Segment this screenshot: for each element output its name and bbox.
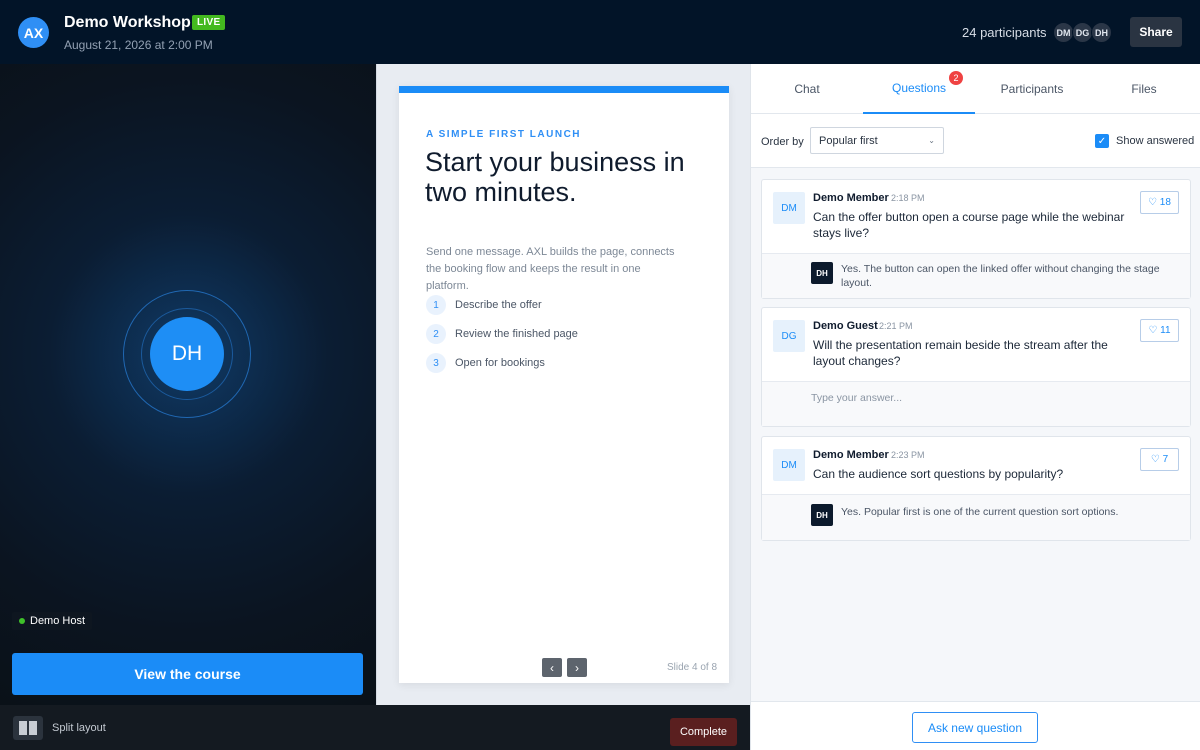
upvote-button[interactable]: ♡ 11 (1140, 319, 1179, 342)
slide-counter: Slide 4 of 8 (667, 662, 718, 673)
host-name: Demo Host (30, 615, 86, 627)
participant-avatars: DM DG DH (1053, 22, 1112, 43)
side-panel: Chat Questions 2 Participants Files Orde… (750, 64, 1200, 750)
share-button[interactable]: Share (1130, 17, 1182, 47)
split-layout-label: Split layout (52, 722, 106, 734)
slide-lead: Send one message. AXL builds the page, c… (426, 246, 675, 292)
answer-row: DH Yes. Popular first is one of the curr… (762, 495, 1190, 540)
webinar-date: August 21, 2026 at 2:00 PM (64, 38, 213, 52)
avatar: DM (1053, 22, 1074, 43)
answer-input[interactable] (811, 392, 1171, 404)
step-number: 3 (426, 353, 446, 373)
video-stage: DH Demo Host View the course (0, 64, 376, 705)
answer-row: DH Yes. The button can open the linked o… (762, 254, 1190, 298)
show-answered-label: Show answered (1116, 135, 1195, 147)
view-course-button[interactable]: View the course (12, 653, 363, 695)
step-number: 2 (426, 324, 446, 344)
slide-headline: Start your business in two minutes. (425, 147, 685, 207)
question-card: DG Demo Guest 2:21 PM Will the presentat… (761, 307, 1191, 427)
question-text: Can the audience sort questions by popul… (813, 467, 1064, 481)
split-layout-icon[interactable] (13, 716, 43, 740)
bottom-toolbar: Split layout Complete (0, 705, 750, 750)
slide-kicker: A SIMPLE FIRST LAUNCH (426, 129, 582, 140)
questions-count-badge: 2 (949, 71, 963, 85)
webinar-title: Demo Workshop (64, 14, 191, 31)
question-header: DG Demo Guest 2:21 PM Will the presentat… (762, 308, 1190, 382)
order-by-label: Order by (761, 136, 804, 148)
step-text: Review the finished page (455, 328, 578, 340)
question-author: Demo Guest (813, 320, 878, 332)
questions-toolbar: Order by Popular first ⌄ ✓ Show answered (751, 114, 1200, 168)
question-author: Demo Member (813, 449, 889, 461)
top-header: AX Demo Workshop LIVE August 21, 2026 at… (0, 0, 1200, 64)
presentation-area: A SIMPLE FIRST LAUNCH Start your busines… (376, 64, 750, 705)
previous-slide-button[interactable]: ‹ (542, 658, 562, 677)
question-text: Can the offer button open a course page … (813, 210, 1125, 240)
avatar: DM (773, 449, 805, 481)
next-slide-button[interactable]: › (567, 658, 587, 677)
upvote-button[interactable]: ♡ 18 (1140, 191, 1179, 214)
question-time: 2:21 PM (879, 321, 913, 331)
show-answered-toggle[interactable]: ✓ Show answered (1095, 134, 1194, 148)
order-by-value: Popular first (819, 134, 878, 147)
tab-files[interactable]: Files (1088, 64, 1200, 114)
online-dot-icon (19, 618, 25, 624)
answer-text: Yes. Popular first is one of the current… (841, 506, 1119, 518)
step-number: 1 (426, 295, 446, 315)
live-badge: LIVE (192, 15, 226, 30)
question-time: 2:23 PM (891, 450, 925, 460)
ask-question-bar: Ask new question (751, 701, 1200, 750)
list-item: 1 Describe the offer (426, 295, 578, 315)
avatar: DG (1072, 22, 1093, 43)
question-card: DM Demo Member 2:23 PM Can the audience … (761, 436, 1191, 541)
tab-participants[interactable]: Participants (976, 64, 1088, 114)
checkbox-checked-icon[interactable]: ✓ (1095, 134, 1109, 148)
complete-button[interactable]: Complete (670, 718, 737, 746)
question-header: DM Demo Member 2:23 PM Can the audience … (762, 437, 1190, 495)
list-item: 2 Review the finished page (426, 324, 578, 344)
avatar: DH (1091, 22, 1112, 43)
avatar: DM (773, 192, 805, 224)
host-avatar: DH (150, 317, 224, 391)
participants-count: 24 participants (962, 25, 1047, 40)
slide-steps: 1 Describe the offer 2 Review the finish… (426, 295, 578, 382)
question-header: DM Demo Member 2:18 PM Can the offer but… (762, 180, 1190, 254)
answer-row (762, 382, 1190, 426)
avatar: DH (811, 504, 833, 526)
question-time: 2:18 PM (891, 193, 925, 203)
step-text: Open for bookings (455, 357, 545, 369)
question-author: Demo Member (813, 192, 889, 204)
tab-chat[interactable]: Chat (751, 64, 863, 114)
avatar: DG (773, 320, 805, 352)
question-card: DM Demo Member 2:18 PM Can the offer but… (761, 179, 1191, 299)
presentation-slide: A SIMPLE FIRST LAUNCH Start your busines… (399, 86, 729, 683)
host-name-tag: Demo Host (12, 612, 93, 630)
brand-logo: AX (18, 17, 49, 48)
order-by-select[interactable]: Popular first ⌄ (810, 127, 944, 154)
list-item: 3 Open for bookings (426, 353, 578, 373)
upvote-button[interactable]: ♡ 7 (1140, 448, 1179, 471)
avatar: DH (811, 262, 833, 284)
ask-new-question-button[interactable]: Ask new question (912, 712, 1038, 743)
chevron-down-icon: ⌄ (928, 136, 935, 145)
question-text: Will the presentation remain beside the … (813, 338, 1108, 368)
step-text: Describe the offer (455, 299, 542, 311)
answer-text: Yes. The button can open the linked offe… (841, 263, 1160, 289)
panel-tabs: Chat Questions 2 Participants Files (751, 64, 1200, 114)
